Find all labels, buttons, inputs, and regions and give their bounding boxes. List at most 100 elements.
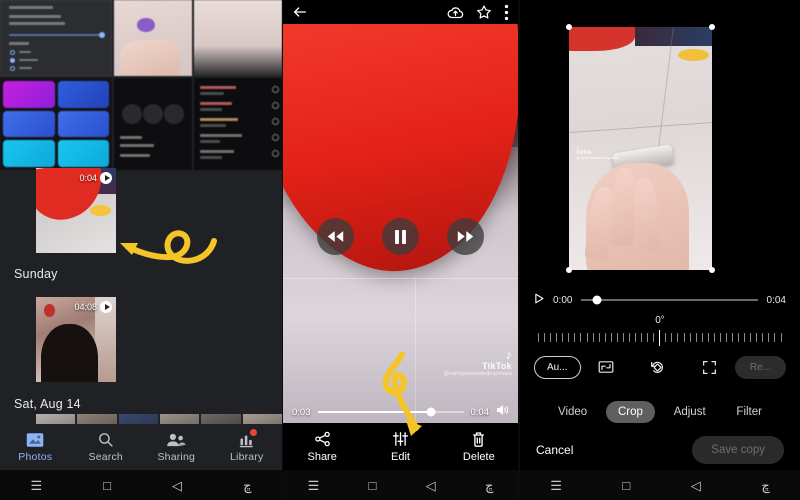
star-icon[interactable] (476, 4, 492, 20)
back-triangle-icon[interactable]: ◁ (691, 479, 701, 492)
save-copy-button[interactable]: Save copy (692, 436, 784, 464)
rotation-dial[interactable]: 0° (520, 315, 800, 346)
system-nav-bar: ☰ □ ◁ ڇ (520, 470, 800, 500)
reset-button[interactable]: Re... (734, 355, 787, 379)
rotate-button[interactable] (632, 360, 683, 375)
crop-handle-top-left[interactable] (566, 24, 572, 30)
photo-row-1 (0, 0, 282, 76)
trash-icon (473, 431, 485, 447)
nav-item-sharing[interactable]: Sharing (141, 431, 212, 463)
pause-icon (395, 229, 406, 244)
editor-total-time: 0:04 (766, 294, 786, 306)
home-square-icon[interactable]: □ (622, 479, 630, 492)
accessibility-icon[interactable]: ڇ (243, 479, 251, 492)
share-label: Share (307, 450, 337, 463)
volume-icon[interactable] (496, 403, 509, 421)
duration-text: 04:08 (74, 302, 97, 312)
photos-icon (24, 431, 46, 448)
thumb-call-screen[interactable] (114, 78, 192, 170)
nav-item-search[interactable]: Search (71, 431, 142, 463)
crop-editor-panel: ♪ TikTok @carlojoannavledespinoza 0:00 0… (520, 0, 800, 500)
rotation-ticks[interactable] (538, 329, 782, 346)
photos-bottom-nav: Photos Search Sharing Library (0, 424, 282, 470)
edit-button[interactable]: Edit (361, 431, 439, 463)
player-action-bar: Share Edit Delete (283, 423, 518, 470)
share-button[interactable]: Share (283, 431, 361, 463)
system-nav-bar: ☰ □ ◁ ڇ (0, 470, 282, 500)
auto-button[interactable]: Au... (534, 355, 581, 379)
thumb-call-log[interactable] (194, 78, 282, 170)
crop-frame[interactable]: ♪ TikTok @carlojoannavledespinoza (566, 24, 715, 273)
nav-item-photos[interactable]: Photos (0, 431, 71, 463)
thumb-settings-screenshot[interactable] (0, 0, 112, 76)
day-label-sunday: Sunday (14, 267, 58, 281)
tab-crop[interactable]: Crop (605, 401, 655, 423)
thumb-app-grid[interactable] (0, 78, 112, 170)
aspect-ratio-icon (598, 361, 614, 373)
back-triangle-icon[interactable]: ◁ (426, 479, 436, 492)
expand-icon (702, 360, 716, 374)
sharing-icon (165, 431, 187, 448)
edit-label: Edit (391, 450, 410, 463)
duration-text: 0:04 (79, 173, 97, 183)
total-time: 0:04 (470, 406, 490, 418)
crop-handle-top-right[interactable] (709, 24, 715, 30)
thumb-pink-photo[interactable] (114, 0, 192, 76)
seek-bar[interactable] (317, 407, 464, 417)
aspect-ratio-button[interactable] (581, 360, 632, 374)
player-top-bar (283, 0, 518, 24)
cloud-upload-icon[interactable] (447, 5, 464, 20)
delete-label: Delete (462, 450, 495, 463)
play-icon (100, 172, 112, 184)
tab-adjust[interactable]: Adjust (662, 401, 718, 423)
edit-sliders-icon (392, 431, 409, 446)
accessibility-icon[interactable]: ڇ (485, 479, 493, 492)
screenshot-root: 0:04 Sunday 04:08 Sat, Aug 14 Photos Sea… (0, 0, 800, 500)
editor-seek-row: 0:00 0:04 (520, 290, 800, 310)
nav-item-library[interactable]: Library (212, 428, 283, 463)
cancel-button[interactable]: Cancel (536, 443, 573, 457)
duration-badge: 0:04 (79, 172, 112, 184)
menu-icon[interactable]: ☰ (550, 479, 562, 492)
google-photos-app: 0:04 Sunday 04:08 Sat, Aug 14 Photos Sea… (0, 0, 282, 500)
menu-icon[interactable]: ☰ (308, 479, 320, 492)
video-thumbnail-sunday[interactable]: 0:04 (36, 168, 116, 253)
tiktok-brand: TikTok (482, 361, 512, 371)
nav-label-search: Search (88, 451, 123, 463)
rewind-icon (327, 231, 344, 242)
video-thumbnail-girl[interactable]: 04:08 (36, 297, 116, 382)
play-icon (100, 301, 112, 313)
nav-label-photos: Photos (18, 451, 53, 463)
video-player: ♪ TikTok @carlojoannavledespinoza 0:03 0… (283, 0, 518, 500)
crop-stage: ♪ TikTok @carlojoannavledespinoza (520, 0, 800, 285)
photo-row-2 (0, 78, 282, 170)
pause-button[interactable] (382, 218, 419, 255)
home-square-icon[interactable]: □ (369, 479, 377, 492)
playback-controls (283, 218, 518, 255)
play-icon[interactable] (534, 291, 544, 309)
back-arrow-icon[interactable] (292, 4, 308, 20)
crop-handle-bottom-left[interactable] (566, 267, 572, 273)
fast-forward-button[interactable] (447, 218, 484, 255)
crop-handle-bottom-right[interactable] (709, 267, 715, 273)
photos-library-panel: 0:04 Sunday 04:08 Sat, Aug 14 Photos Sea… (0, 0, 282, 500)
fast-forward-icon (457, 231, 474, 242)
editor-seek-bar[interactable] (581, 295, 758, 305)
share-icon (314, 431, 330, 446)
delete-button[interactable]: Delete (440, 431, 518, 463)
photo-grid-top (0, 0, 282, 170)
home-square-icon[interactable]: □ (103, 479, 111, 492)
more-vert-icon[interactable] (504, 4, 509, 21)
tab-video[interactable]: Video (546, 401, 599, 423)
library-notification-badge (248, 428, 258, 437)
thumb-pink-fade[interactable] (194, 0, 282, 76)
player-seek-row: 0:03 0:04 (283, 401, 518, 423)
tab-filter[interactable]: Filter (724, 401, 774, 423)
menu-icon[interactable]: ☰ (31, 479, 43, 492)
rewind-button[interactable] (317, 218, 354, 255)
expand-button[interactable] (683, 360, 734, 375)
library-icon (236, 428, 258, 448)
tiktok-watermark: ♪ TikTok @carlojoannavledespinoza (576, 143, 619, 160)
accessibility-icon[interactable]: ڇ (761, 479, 769, 492)
back-triangle-icon[interactable]: ◁ (172, 479, 182, 492)
